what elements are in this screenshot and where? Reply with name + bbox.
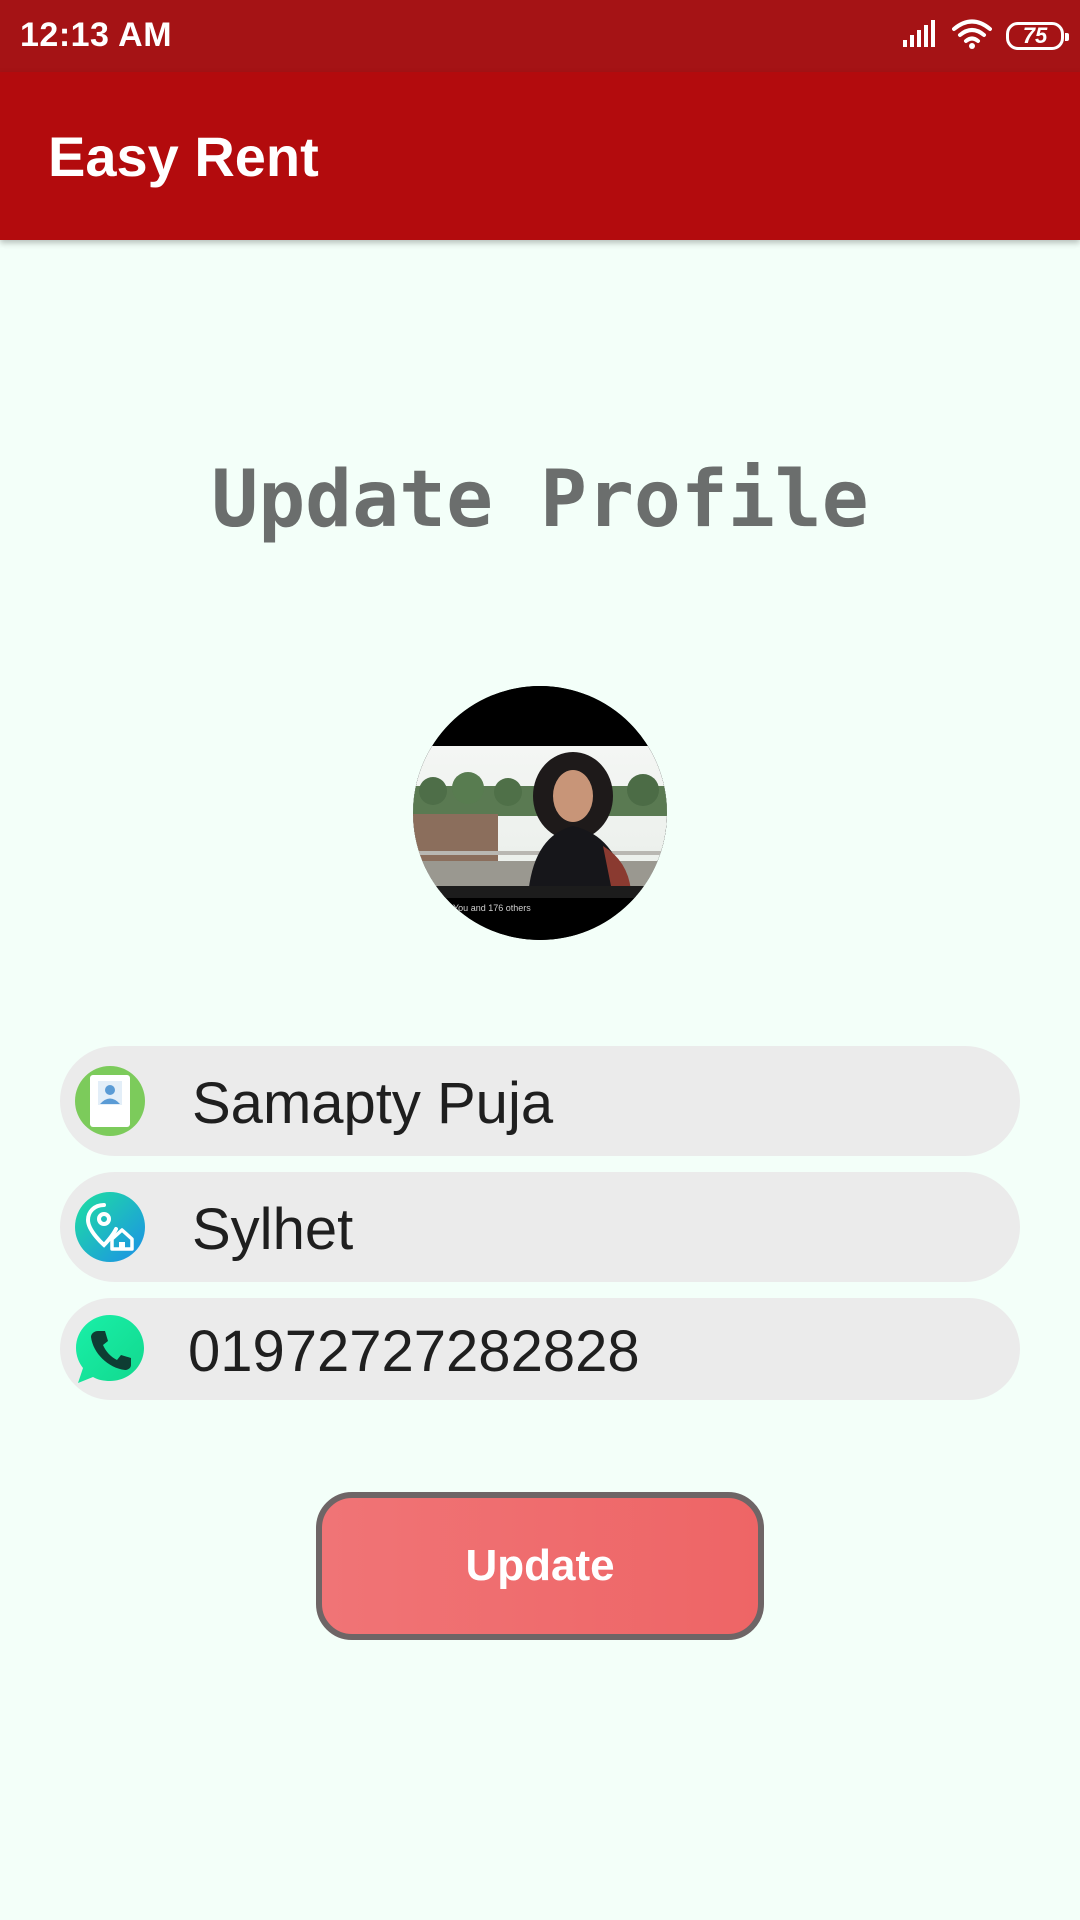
signal-icon (902, 19, 938, 53)
update-button[interactable]: Update (316, 1492, 764, 1640)
svg-text:You and 176 others: You and 176 others (453, 903, 531, 913)
phone-field[interactable] (60, 1298, 1020, 1400)
status-time: 12:13 AM (20, 16, 173, 54)
name-field[interactable] (60, 1046, 1020, 1156)
profile-photo: You and 176 others (413, 686, 667, 940)
status-icons: 75 (902, 18, 1069, 55)
wifi-icon (952, 18, 992, 55)
contact-card-icon (74, 1065, 146, 1137)
phone-input[interactable] (188, 1318, 968, 1385)
phone-icon (74, 1313, 146, 1385)
name-input[interactable] (192, 1070, 972, 1137)
app-bar: Easy Rent (0, 72, 1080, 240)
profile-avatar[interactable]: You and 176 others (413, 686, 667, 940)
update-button-label: Update (465, 1541, 615, 1590)
location-field[interactable] (60, 1172, 1020, 1282)
location-input[interactable] (192, 1196, 972, 1263)
battery-icon: 75 (1006, 22, 1069, 50)
app-title: Easy Rent (48, 125, 319, 188)
location-home-icon (74, 1191, 146, 1263)
page-title: Update Profile (211, 455, 869, 545)
status-bar: 12:13 AM 75 (0, 0, 1080, 72)
battery-level: 75 (1022, 23, 1048, 48)
